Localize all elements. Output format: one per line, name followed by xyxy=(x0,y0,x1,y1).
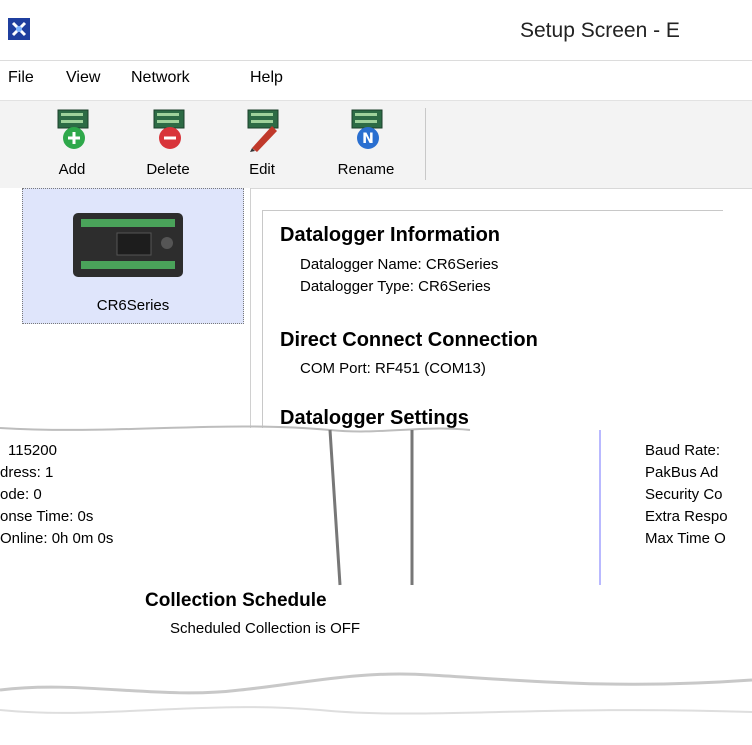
torn-edge-overlay xyxy=(0,425,752,715)
